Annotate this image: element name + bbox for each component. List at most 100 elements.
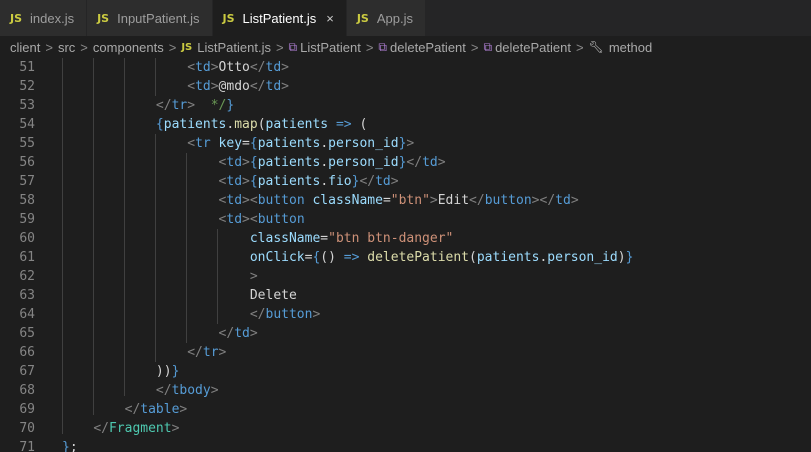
code-line[interactable]: 69 </table> [0,400,811,419]
code-line[interactable]: 52 <td>@mdo</td> [0,77,811,96]
symbol-method-icon: ⧉ [378,39,387,54]
code-line[interactable]: 62 > [0,267,811,286]
breadcrumb-item-deletepatient[interactable]: deletePatient [390,40,466,55]
tab-listpatient-js[interactable]: JS ListPatient.js × [212,0,347,36]
line-number: 61 [19,250,35,265]
code-line[interactable]: 59 <td><button [0,210,811,229]
code-text: <td>{patients.fio}</td> [218,174,399,189]
line-number: 51 [19,60,35,75]
code-line[interactable]: 55 <tr key={patients.person_id}> [0,134,811,153]
wrench-icon: 🔧︎ [588,40,604,54]
javascript-file-icon: JS [356,11,369,25]
line-number: 52 [19,79,35,94]
code-line[interactable]: 60 className="btn btn-danger" [0,229,811,248]
chevron-right-icon: > [470,39,479,55]
line-number: 62 [19,269,35,284]
chevron-right-icon: > [365,39,374,55]
javascript-file-icon: JS [97,11,110,25]
tab-label: ListPatient.js [242,10,317,26]
line-number: 65 [19,326,35,341]
line-number: 59 [19,212,35,227]
code-line[interactable]: 54 {patients.map(patients => ( [0,115,811,134]
code-line[interactable]: 58 <td><button className="btn">Edit</but… [0,191,811,210]
code-text: ))} [62,364,180,379]
code-text: > [249,269,258,284]
code-line[interactable]: 65 </td> [0,324,811,343]
line-number: 53 [19,98,35,113]
code-line[interactable]: 70 </Fragment> [0,419,811,438]
tab-label: index.js [30,10,75,26]
code-text: <td><button className="btn">Edit</button… [218,193,579,208]
line-number: 66 [19,345,35,360]
line-number: 56 [19,155,35,170]
code-text: onClick={() => deletePatient(patients.pe… [249,250,634,265]
chevron-right-icon: > [168,39,177,55]
code-text: </tbody> [155,383,219,398]
line-number: 70 [19,421,35,436]
breadcrumb: client > src > components > JS ListPatie… [0,36,811,58]
code-line[interactable]: 66 </tr> [0,343,811,362]
line-number: 58 [19,193,35,208]
line-number: 54 [19,117,35,132]
chevron-right-icon: > [275,39,284,55]
code-line[interactable]: 53 </tr> */} [0,96,811,115]
breadcrumb-item-components[interactable]: components [93,40,164,55]
line-number: 57 [19,174,35,189]
code-line[interactable]: 51 <td>Otto</td> [0,58,811,77]
code-text: </tr> */} [155,98,235,113]
code-text: </Fragment> [93,421,180,436]
line-number: 71 [19,440,35,452]
javascript-file-icon: JS [181,41,193,53]
line-number: 64 [19,307,35,322]
code-text: }; [62,440,78,452]
breadcrumb-item-listpatient[interactable]: ListPatient [300,40,361,55]
code-line[interactable]: 64 </button> [0,305,811,324]
code-text: className="btn btn-danger" [249,231,454,246]
code-text: {patients.map(patients => ( [155,117,368,132]
symbol-class-icon: ⧉ [288,39,298,54]
tab-index-js[interactable]: JS index.js [0,0,88,36]
code-text: Delete [62,288,297,303]
chevron-right-icon: > [45,39,53,55]
line-number: 63 [19,288,35,303]
tab-app-js[interactable]: JS App.js [346,0,426,36]
code-line[interactable]: 56 <td>{patients.person_id}</td> [0,153,811,172]
code-text: <td>Otto</td> [187,60,289,75]
code-line[interactable]: 67 ))} [0,362,811,381]
code-line[interactable]: 68 </tbody> [0,381,811,400]
close-icon[interactable]: × [326,11,334,26]
code-line[interactable]: 61 onClick={() => deletePatient(patients… [0,248,811,267]
code-text: </td> [218,326,258,341]
breadcrumb-item-method[interactable]: method [609,40,652,55]
line-number: 69 [19,402,35,417]
code-editor[interactable]: 51 <td>Otto</td> 52 <td>@mdo</td> 53 </tr>… [0,58,811,452]
chevron-right-icon: > [80,39,88,55]
javascript-file-icon: JS [222,11,235,25]
code-line[interactable]: 71}; [0,438,811,452]
code-text: </tr> [187,345,227,360]
code-text: <tr key={patients.person_id}> [187,136,415,151]
code-text: </button> [249,307,321,322]
code-line[interactable]: 57 <td>{patients.fio}</td> [0,172,811,191]
tab-label: App.js [376,10,413,26]
line-number: 60 [19,231,35,246]
javascript-file-icon: JS [10,11,23,25]
tab-label: InputPatient.js [117,10,200,26]
symbol-method-icon: ⧉ [483,39,493,54]
tab-bar-empty-area [425,0,811,36]
code-text: <td>{patients.person_id}</td> [218,155,446,170]
line-number: 67 [19,364,35,379]
breadcrumb-item-file[interactable]: ListPatient.js [197,40,271,55]
breadcrumb-item-src[interactable]: src [58,40,75,55]
code-line[interactable]: 63 Delete [0,286,811,305]
breadcrumb-item-deletepatient-inner[interactable]: deletePatient [495,40,571,55]
code-text: <td><button [218,212,305,227]
line-number: 55 [19,136,35,151]
code-text: <td>@mdo</td> [187,79,289,94]
code-text: </table> [124,402,188,417]
tab-inputpatient-js[interactable]: JS InputPatient.js [87,0,213,36]
chevron-right-icon: > [575,39,584,55]
line-number: 68 [19,383,35,398]
editor-tab-bar: JS index.js JS InputPatient.js JS ListPa… [0,0,811,36]
breadcrumb-item-client[interactable]: client [10,40,40,55]
